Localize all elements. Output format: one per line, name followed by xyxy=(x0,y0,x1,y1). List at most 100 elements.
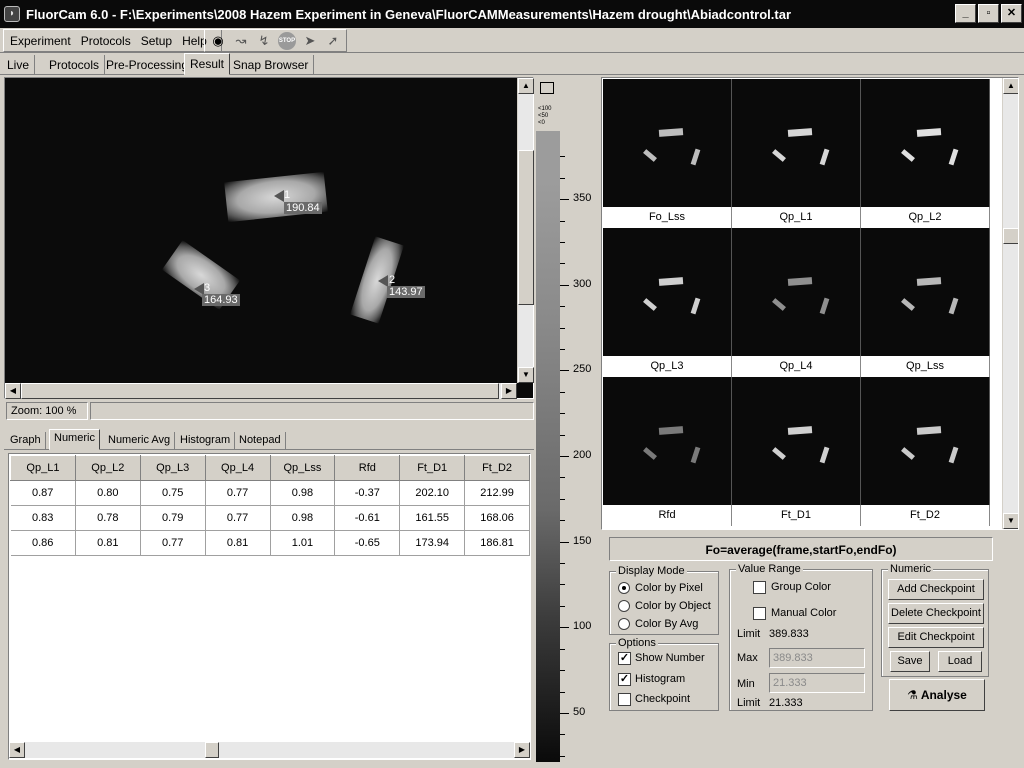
forward-icon[interactable]: ➤ xyxy=(301,32,319,50)
table-row[interactable]: 0.83 0.78 0.79 0.77 0.98 -0.61 161.55 16… xyxy=(10,505,530,531)
tab-numeric-avg[interactable]: Numeric Avg xyxy=(104,432,176,450)
table-header-row: Qp_L1 Qp_L2 Qp_L3 Qp_L4 Qp_Lss Rfd Ft_D1… xyxy=(10,455,530,481)
edit-checkpoint-button[interactable]: Edit Checkpoint xyxy=(888,627,984,648)
scroll-down-button[interactable]: ▼ xyxy=(1003,513,1018,529)
checkbox-label: Checkpoint xyxy=(635,693,691,705)
scroll-thumb[interactable] xyxy=(518,150,534,305)
thumbnail-caption: Qp_L2 xyxy=(861,207,990,228)
scroll-left-button[interactable]: ◀ xyxy=(9,742,25,758)
stop-icon[interactable]: STOP xyxy=(278,31,296,50)
scroll-thumb[interactable] xyxy=(205,742,219,758)
column-header[interactable]: Qp_L1 xyxy=(10,455,76,481)
scroll-down-button[interactable]: ▼ xyxy=(518,367,534,383)
checkbox-histogram[interactable]: ✓ xyxy=(618,673,631,686)
mini-legend-text: <50 xyxy=(538,113,549,119)
image-horizontal-scrollbar[interactable]: ◀ ▶ xyxy=(5,383,517,399)
scroll-thumb[interactable] xyxy=(1003,228,1018,244)
table-cell: 161.55 xyxy=(399,505,466,531)
color-scale-tick xyxy=(560,563,565,564)
tab-numeric[interactable]: Numeric xyxy=(49,429,100,450)
analyse-label: Analyse xyxy=(920,688,967,702)
load-button[interactable]: Load xyxy=(938,651,982,672)
colorbar-settings-icon[interactable] xyxy=(540,82,554,94)
thumbnail-leaf xyxy=(690,148,701,166)
column-header[interactable]: Rfd xyxy=(334,455,401,481)
flash-icon[interactable]: ↯ xyxy=(255,32,273,50)
thumbnail[interactable]: Qp_L3 xyxy=(603,228,732,377)
tab-snap-browser[interactable]: Snap Browser xyxy=(228,55,315,75)
min-value-field[interactable]: 21.333 xyxy=(769,673,865,693)
thumbnail[interactable]: Ft_D1 xyxy=(732,377,861,526)
menu-protocols[interactable]: Protocols xyxy=(81,34,131,48)
tab-protocols[interactable]: Protocols xyxy=(44,55,106,75)
app-icon[interactable]: ◗ xyxy=(4,6,20,22)
thumbnail-leaf xyxy=(916,277,942,286)
add-checkpoint-button[interactable]: Add Checkpoint xyxy=(888,579,984,600)
image-panel: 1 190.84 2 143.97 3 164.93 ▲ ▼ ◀ ▶ xyxy=(4,77,534,399)
tab-histogram[interactable]: Histogram xyxy=(176,432,236,450)
thumbnail[interactable]: Ft_D2 xyxy=(861,377,990,526)
thumbnail-caption: Qp_L3 xyxy=(603,356,732,377)
scroll-up-button[interactable]: ▲ xyxy=(1003,78,1018,94)
thumbnail-leaf xyxy=(690,446,701,464)
scroll-up-button[interactable]: ▲ xyxy=(518,78,534,94)
thumbnail-leaf xyxy=(819,446,830,464)
thumbnail[interactable]: Qp_L1 xyxy=(732,79,861,228)
checkbox-manual-color[interactable] xyxy=(753,607,766,620)
checkbox-group-color[interactable] xyxy=(753,581,766,594)
column-header[interactable]: Qp_L2 xyxy=(74,455,141,481)
thumbnail-leaf xyxy=(643,298,657,311)
tab-pre-processing[interactable]: Pre-Processing xyxy=(101,55,195,75)
camera-icon[interactable]: ◉ xyxy=(209,32,227,50)
thumbnail-grid: Fo_Lss Qp_L1 Qp_L2 Qp_L3 Qp_L4 Qp_Lss Rf… xyxy=(603,79,992,529)
radio-color-by-pixel[interactable] xyxy=(618,582,630,594)
table-horizontal-scrollbar[interactable]: ◀ ▶ xyxy=(9,742,530,758)
scroll-right-button[interactable]: ▶ xyxy=(514,742,530,758)
thumbnail-vertical-scrollbar[interactable]: ▲ ▼ xyxy=(1002,78,1018,529)
tab-result[interactable]: Result xyxy=(184,53,231,75)
thumbnail[interactable]: Fo_Lss xyxy=(603,79,732,228)
column-header[interactable]: Ft_D2 xyxy=(464,455,530,481)
max-value-field[interactable]: 389.833 xyxy=(769,648,865,668)
radio-color-by-avg[interactable] xyxy=(618,618,630,630)
column-header[interactable]: Qp_L3 xyxy=(139,455,206,481)
chart-arrow-icon[interactable]: ↝ xyxy=(232,32,250,50)
table-row[interactable]: 0.87 0.80 0.75 0.77 0.98 -0.37 202.10 21… xyxy=(10,480,530,506)
maximize-button[interactable]: ▫ xyxy=(978,4,999,23)
image-vertical-scrollbar[interactable]: ▲ ▼ xyxy=(517,78,534,383)
thumbnail-leaf xyxy=(658,426,684,435)
column-header[interactable]: Qp_L4 xyxy=(204,455,271,481)
thumbnail[interactable]: Qp_L2 xyxy=(861,79,990,228)
column-header[interactable]: Qp_Lss xyxy=(269,455,336,481)
tab-notepad[interactable]: Notepad xyxy=(235,432,286,450)
menu-experiment[interactable]: Experiment xyxy=(10,34,71,48)
scroll-left-button[interactable]: ◀ xyxy=(5,383,21,399)
minimize-button[interactable]: _ xyxy=(955,4,976,23)
color-scale-tick xyxy=(560,392,565,393)
save-button[interactable]: Save xyxy=(890,651,930,672)
arrow-icon[interactable]: ➚ xyxy=(324,32,342,50)
table-cell: 168.06 xyxy=(464,505,530,531)
scroll-thumb[interactable] xyxy=(21,383,499,399)
scroll-right-button[interactable]: ▶ xyxy=(501,383,517,399)
tab-live[interactable]: Live xyxy=(2,55,36,75)
tab-graph[interactable]: Graph xyxy=(6,432,46,450)
thumbnail[interactable]: Qp_L4 xyxy=(732,228,861,377)
zoom-label: Zoom: 100 % xyxy=(6,402,88,420)
close-button[interactable]: ✕ xyxy=(1001,4,1022,23)
delete-checkpoint-button[interactable]: Delete Checkpoint xyxy=(888,603,984,624)
thumbnail[interactable]: Qp_Lss xyxy=(861,228,990,377)
radio-color-by-object[interactable] xyxy=(618,600,630,612)
table-cell: 0.79 xyxy=(140,505,206,531)
fluorescence-image[interactable]: 1 190.84 2 143.97 3 164.93 xyxy=(6,79,517,382)
checkbox-checkpoint[interactable] xyxy=(618,693,631,706)
object-2-number: 2 xyxy=(389,274,396,286)
options-group: Options ✓ Show Number ✓ Histogram Checkp… xyxy=(609,637,719,711)
checkbox-show-number[interactable]: ✓ xyxy=(618,652,631,665)
analyse-button[interactable]: ⚗ Analyse xyxy=(889,679,985,711)
menu-setup[interactable]: Setup xyxy=(141,34,172,48)
thumbnail[interactable]: Rfd xyxy=(603,377,732,526)
table-row[interactable]: 0.86 0.81 0.77 0.81 1.01 -0.65 173.94 18… xyxy=(10,530,530,556)
column-header[interactable]: Ft_D1 xyxy=(399,455,466,481)
numeric-table: Qp_L1 Qp_L2 Qp_L3 Qp_L4 Qp_Lss Rfd Ft_D1… xyxy=(10,455,530,556)
